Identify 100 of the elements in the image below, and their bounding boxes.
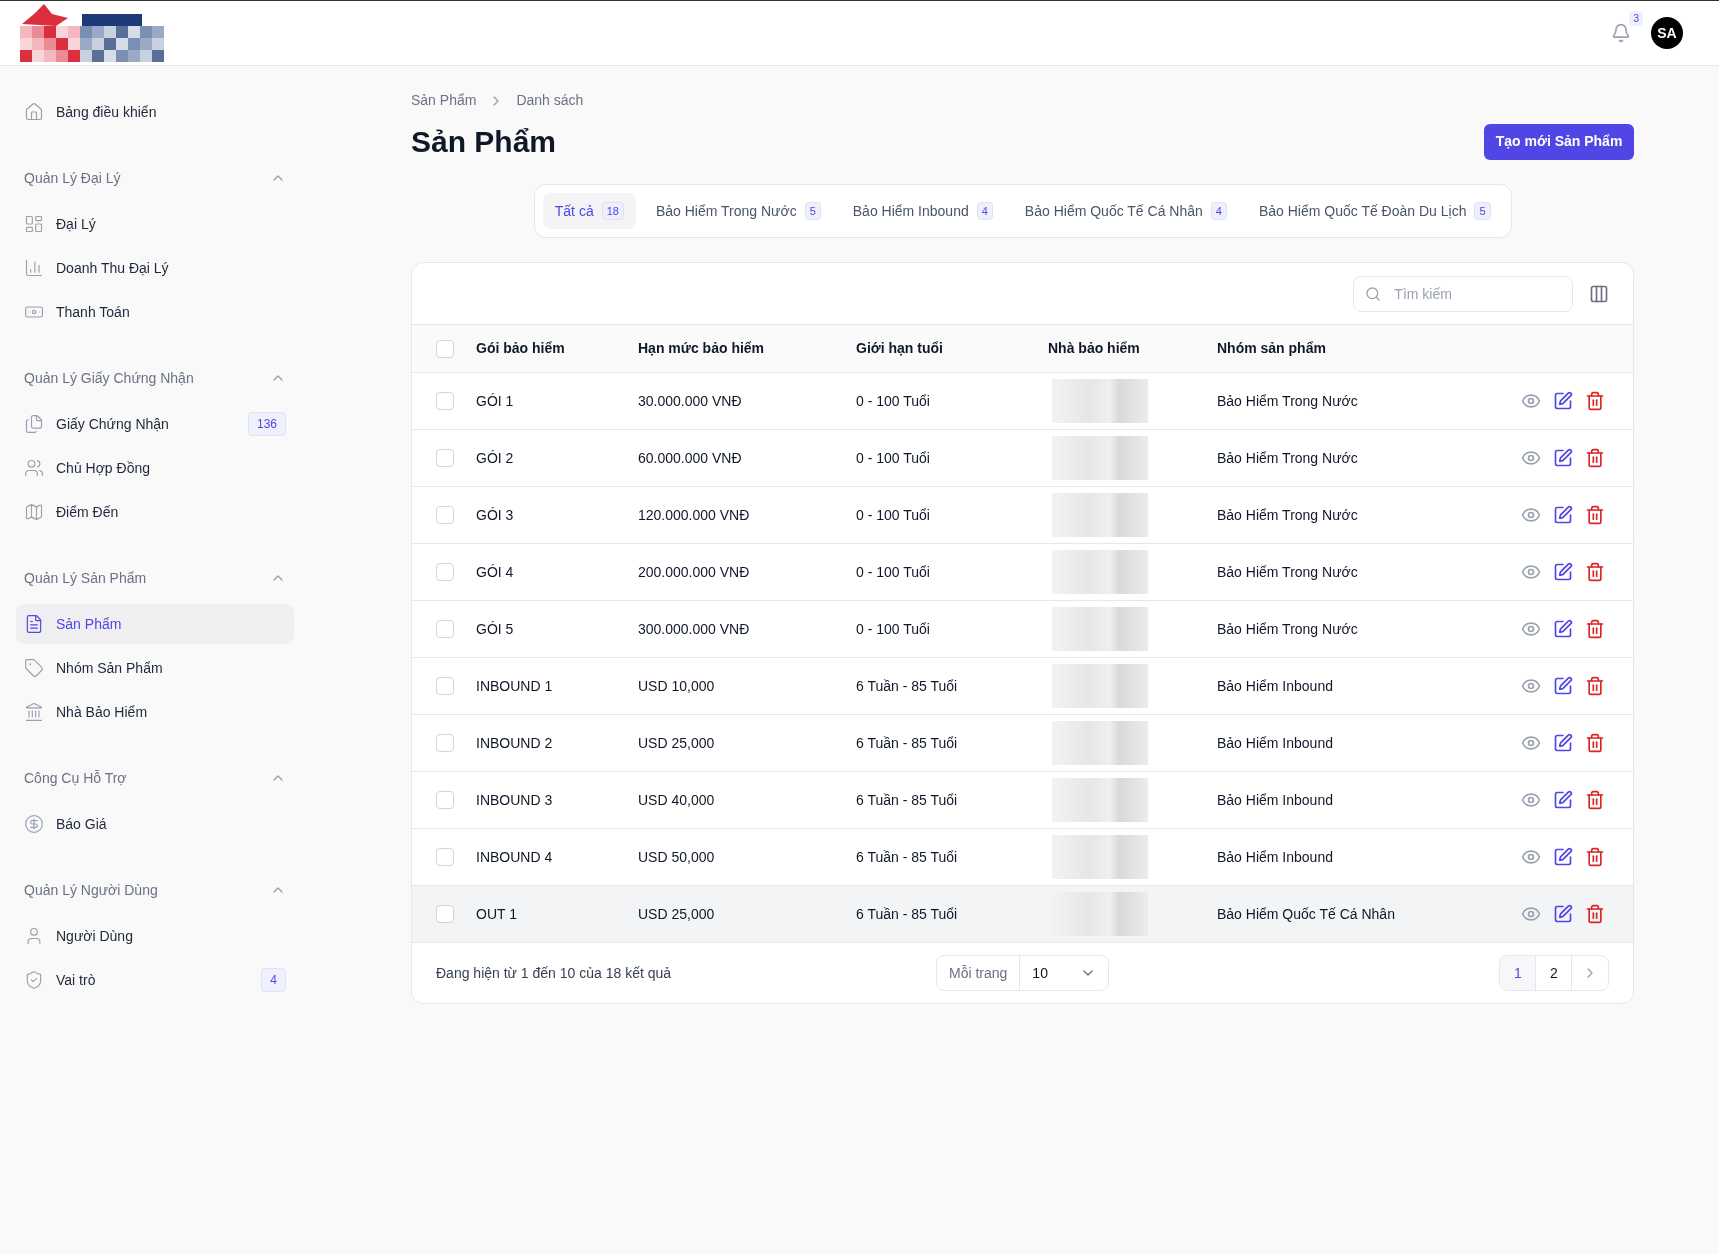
sidebar-item[interactable]: Người Dùng [16, 916, 294, 956]
edit-icon[interactable] [1553, 391, 1574, 411]
view-icon[interactable] [1521, 505, 1542, 525]
table-cell: 30.000.000 VNĐ [638, 372, 856, 430]
table-cell: INBOUND 4 [476, 828, 638, 886]
select-all-checkbox[interactable] [436, 339, 454, 358]
sidebar-item[interactable]: Thanh Toán [16, 292, 294, 332]
row-checkbox[interactable] [436, 905, 454, 923]
sidebar-item[interactable]: Sản Phẩm [16, 604, 294, 644]
column-header: Gói bảo hiểm [476, 324, 638, 373]
view-icon[interactable] [1521, 790, 1542, 810]
table-cell: 60.000.000 VNĐ [638, 429, 856, 487]
table-cell: GÓI 3 [476, 486, 638, 544]
table-row[interactable]: GÓI 2 60.000.000 VNĐ 0 - 100 Tuổi Bảo Hiểm Trong Nước [412, 429, 1634, 487]
sidebar-item[interactable]: Doanh Thu Đại Lý [16, 248, 294, 288]
edit-icon[interactable] [1553, 619, 1574, 639]
sidebar-item[interactable]: Bảng điều khiển [16, 92, 294, 132]
table-cell: 200.000.000 VNĐ [638, 543, 856, 601]
table-row[interactable]: GÓI 4 200.000.000 VNĐ 0 - 100 Tuổi Bảo Hiểm Trong Nước [412, 543, 1634, 601]
page-button[interactable]: 1 [1500, 956, 1537, 990]
table-cell: 0 - 100 Tuổi [856, 486, 1048, 544]
filter-tab[interactable]: Bảo Hiểm Quốc Tế Đoàn Du Lịch 5 [1246, 193, 1503, 229]
view-icon[interactable] [1521, 904, 1542, 924]
view-icon[interactable] [1521, 619, 1542, 639]
tab-count: 5 [1474, 201, 1491, 221]
delete-icon[interactable] [1585, 619, 1606, 639]
row-checkbox[interactable] [436, 563, 454, 581]
table-row[interactable]: INBOUND 1 USD 10,000 6 Tuần - 85 Tuổi Bảo Hiểm Inbound [412, 657, 1634, 715]
table-cell: 6 Tuần - 85 Tuổi [856, 714, 1048, 772]
view-icon[interactable] [1521, 676, 1542, 696]
sidebar-item[interactable]: Điểm Đến [16, 492, 294, 532]
create-product-button[interactable]: Tạo mới Sản Phẩm [1483, 123, 1635, 160]
columns-icon[interactable] [1589, 283, 1610, 304]
row-checkbox[interactable] [436, 791, 454, 809]
breadcrumb-current: Danh sách [516, 91, 584, 110]
table-cell: USD 10,000 [638, 657, 856, 715]
row-checkbox[interactable] [436, 620, 454, 638]
edit-icon[interactable] [1553, 790, 1574, 810]
page-button[interactable]: 2 [1536, 956, 1573, 990]
table-row[interactable]: INBOUND 2 USD 25,000 6 Tuần - 85 Tuổi Bảo Hiểm Inbound [412, 714, 1634, 772]
filter-tab[interactable]: Bảo Hiểm Inbound 4 [840, 193, 1005, 229]
edit-icon[interactable] [1553, 733, 1574, 753]
delete-icon[interactable] [1585, 904, 1606, 924]
documents-icon [24, 414, 44, 434]
tab-count: 18 [601, 201, 624, 221]
filter-tab[interactable]: Bảo Hiểm Trong Nước 5 [643, 193, 833, 229]
view-icon[interactable] [1521, 448, 1542, 468]
table-row[interactable]: INBOUND 4 USD 50,000 6 Tuần - 85 Tuổi Bảo Hiểm Inbound [412, 828, 1634, 886]
edit-icon[interactable] [1553, 904, 1574, 924]
breadcrumb-link[interactable]: Sản Phẩm [411, 90, 477, 111]
delete-icon[interactable] [1585, 676, 1606, 696]
table-row[interactable]: GÓI 1 30.000.000 VNĐ 0 - 100 Tuổi Bảo Hiểm Trong Nước [412, 372, 1634, 430]
sidebar-item[interactable]: Chủ Hợp Đồng [16, 448, 294, 488]
sidebar-item[interactable]: Giấy Chứng Nhận 136 [16, 404, 294, 444]
page-title: Sản Phẩm [411, 124, 557, 160]
edit-icon[interactable] [1553, 448, 1574, 468]
notification-bell-icon[interactable] [1611, 23, 1631, 43]
edit-icon[interactable] [1553, 847, 1574, 867]
sidebar-item[interactable]: Vai trò 4 [16, 960, 294, 1000]
table-cell: INBOUND 2 [476, 714, 638, 772]
filter-tab[interactable]: Tất cả 18 [542, 193, 636, 229]
delete-icon[interactable] [1585, 733, 1606, 753]
section-heading: Quản Lý Sản Phẩm [24, 568, 147, 588]
per-page-select[interactable]: Mỗi trang 10 [936, 955, 1110, 991]
view-icon[interactable] [1521, 847, 1542, 867]
edit-icon[interactable] [1553, 676, 1574, 696]
view-icon[interactable] [1521, 391, 1542, 411]
delete-icon[interactable] [1585, 448, 1606, 468]
row-checkbox[interactable] [436, 677, 454, 695]
delete-icon[interactable] [1585, 391, 1606, 411]
table-cell: Bảo Hiểm Inbound [1217, 771, 1494, 829]
delete-icon[interactable] [1585, 562, 1606, 582]
view-icon[interactable] [1521, 562, 1542, 582]
section-heading: Công Cụ Hỗ Trợ [24, 768, 127, 788]
view-icon[interactable] [1521, 733, 1542, 753]
edit-icon[interactable] [1553, 505, 1574, 525]
table-cell: INBOUND 1 [476, 657, 638, 715]
table-row[interactable]: INBOUND 3 USD 40,000 6 Tuần - 85 Tuổi Bảo Hiểm Inbound [412, 771, 1634, 829]
row-checkbox[interactable] [436, 506, 454, 524]
table-cell: GÓI 2 [476, 429, 638, 487]
sidebar-item[interactable]: Báo Giá [16, 804, 294, 844]
table-row[interactable]: GÓI 3 120.000.000 VNĐ 0 - 100 Tuổi Bảo Hiểm Trong Nước [412, 486, 1634, 544]
row-checkbox[interactable] [436, 392, 454, 410]
edit-icon[interactable] [1553, 562, 1574, 582]
table-cell: 6 Tuần - 85 Tuổi [856, 771, 1048, 829]
row-checkbox[interactable] [436, 734, 454, 752]
sidebar-item[interactable]: Nhóm Sản Phẩm [16, 648, 294, 688]
count-badge: 136 [247, 412, 286, 436]
delete-icon[interactable] [1585, 790, 1606, 810]
table-row[interactable]: GÓI 5 300.000.000 VNĐ 0 - 100 Tuổi Bảo Hiểm Trong Nước [412, 600, 1634, 658]
search-field[interactable]: Tìm kiếm [1353, 275, 1574, 312]
column-header: Hạn mức bảo hiểm [638, 324, 856, 373]
sidebar-item[interactable]: Đại Lý [16, 204, 294, 244]
delete-icon[interactable] [1585, 505, 1606, 525]
sidebar-item[interactable]: Nhà Bảo Hiểm [16, 692, 294, 732]
delete-icon[interactable] [1585, 847, 1606, 867]
user-avatar[interactable]: SA [1651, 17, 1683, 49]
row-checkbox[interactable] [436, 449, 454, 467]
row-checkbox[interactable] [436, 848, 454, 866]
filter-tab[interactable]: Bảo Hiểm Quốc Tế Cá Nhân 4 [1012, 193, 1239, 229]
